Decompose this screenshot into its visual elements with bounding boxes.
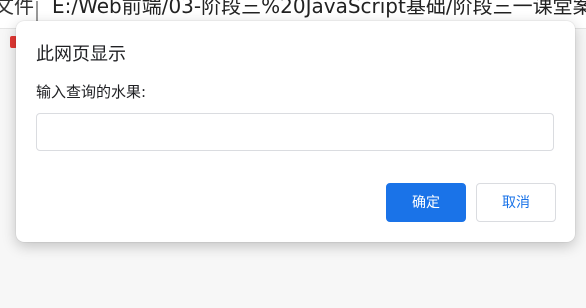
dialog-title: 此网页显示 xyxy=(36,44,126,65)
prompt-message: 输入查询的水果: xyxy=(36,83,147,101)
cancel-button[interactable]: 取消 xyxy=(476,183,556,222)
address-url-text[interactable]: E:/Web前端/03-阶段三%20JavaScript基础/阶段三一课堂案例+… xyxy=(52,0,586,18)
ok-button[interactable]: 确定 xyxy=(386,183,466,222)
address-separator xyxy=(36,1,38,21)
fruit-query-input[interactable] xyxy=(36,113,554,151)
prompt-dialog: 此网页显示 输入查询的水果: 确定 取消 xyxy=(16,21,575,242)
file-scheme-label: 文件 xyxy=(0,0,34,18)
